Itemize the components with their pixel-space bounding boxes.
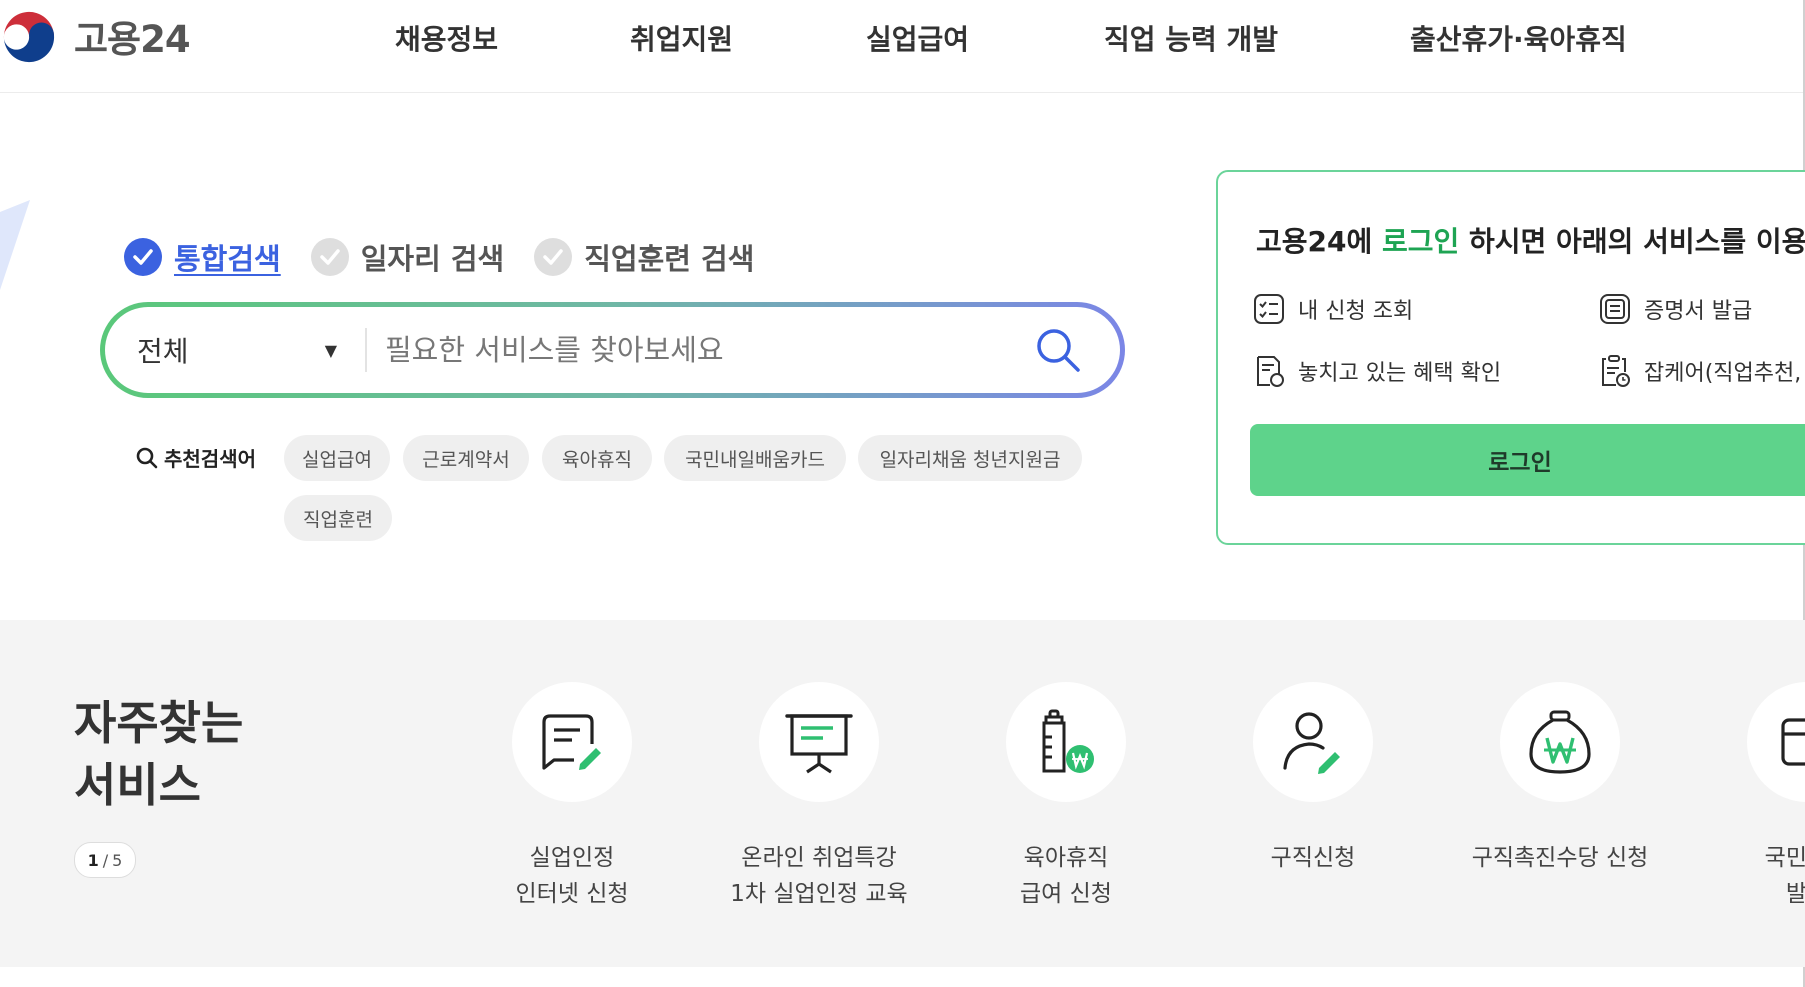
- login-message-pre: 고용24에: [1256, 225, 1382, 258]
- frequent-services-title: 자주찾는 서비스: [74, 692, 243, 816]
- caret-down-icon: ▼: [324, 340, 337, 360]
- login-button[interactable]: 로그인: [1250, 424, 1805, 496]
- carousel-pager: 1 / 5: [74, 842, 136, 878]
- service-certificate[interactable]: 증명서 발급: [1598, 292, 1752, 326]
- service-card-label: 구직촉진수당 신청: [1435, 840, 1685, 876]
- service-card-label: 육아휴직 급여 신청: [941, 840, 1191, 912]
- frequent-services-section: 자주찾는 서비스 1 / 5 실업인정 인터넷 신청 온라인 취업특강 1차 실…: [0, 620, 1805, 967]
- service-icon-circle: [1747, 682, 1805, 802]
- service-card-parental-leave-benefit[interactable]: 육아휴직 급여 신청: [941, 682, 1191, 912]
- title-line: 자주찾는: [74, 696, 244, 750]
- tab-integrated-search[interactable]: 통합검색: [124, 236, 281, 278]
- nav-item-unemployment-benefit[interactable]: 실업급여: [866, 18, 969, 58]
- service-icon-circle: [1253, 682, 1373, 802]
- pager-current: 1: [87, 850, 99, 870]
- login-message-post: 하시면 아래의 서비스를 이용할: [1459, 225, 1805, 258]
- keyword-chip[interactable]: 일자리채움 청년지원금: [858, 435, 1082, 481]
- presentation-board-icon: [785, 714, 853, 774]
- service-my-applications[interactable]: 내 신청 조회: [1252, 292, 1413, 326]
- recommended-label-text: 추천검색어: [164, 447, 256, 471]
- nav-item-jobs[interactable]: 채용정보: [395, 18, 498, 58]
- service-card-online-job-lecture[interactable]: 온라인 취업특강 1차 실업인정 교육: [694, 682, 944, 912]
- keyword-chip[interactable]: 실업급여: [284, 435, 390, 481]
- tab-label: 일자리 검색: [360, 242, 505, 276]
- search-button[interactable]: [1028, 320, 1088, 380]
- logo-text: 고용24: [74, 18, 191, 61]
- label-line: 육아휴직: [1023, 845, 1109, 871]
- nav-item-parental-leave[interactable]: 출산휴가·육아휴직: [1410, 18, 1627, 58]
- service-icon-circle: [759, 682, 879, 802]
- service-card-job-seeking-allowance[interactable]: 구직촉진수당 신청: [1435, 682, 1685, 876]
- search-box: 전체 ▼: [100, 302, 1125, 398]
- keyword-chip[interactable]: 육아휴직: [542, 435, 652, 481]
- certificate-icon: [1600, 294, 1630, 324]
- service-label: 잡케어(직업추천,: [1644, 361, 1802, 386]
- card-icon: [1781, 718, 1805, 766]
- label-line: 발급: [1785, 881, 1805, 907]
- service-missed-benefits[interactable]: 놓치고 있는 혜택 확인: [1252, 354, 1501, 388]
- service-icon-circle: [1006, 682, 1126, 802]
- service-icon-circle: [512, 682, 632, 802]
- title-line: 서비스: [74, 758, 201, 812]
- search-input[interactable]: [367, 332, 1028, 368]
- search-icon: [1037, 329, 1080, 372]
- service-label: 내 신청 조회: [1298, 299, 1414, 324]
- tab-training-search[interactable]: 직업훈련 검색: [534, 236, 754, 278]
- benefit-doc-icon: [1257, 356, 1284, 387]
- money-bag-icon: [1529, 710, 1591, 774]
- nav-item-job-skill-development[interactable]: 직업 능력 개발: [1104, 18, 1278, 58]
- label-line: 국민내일: [1764, 845, 1805, 871]
- label-line: 구직신청: [1270, 845, 1356, 871]
- pager-separator: /: [102, 850, 109, 870]
- service-label: 증명서 발급: [1644, 299, 1753, 324]
- person-edit-icon: [1283, 712, 1340, 774]
- search-box-inner: 전체 ▼: [105, 307, 1120, 393]
- service-icon-circle: [1500, 682, 1620, 802]
- label-line: 온라인 취업특강: [741, 845, 897, 871]
- check-circle-icon: [310, 238, 349, 276]
- label-line: 구직촉진수당 신청: [1471, 845, 1649, 871]
- search-category-value: 전체: [137, 335, 189, 368]
- recommended-keywords-label: 추천검색어: [136, 443, 256, 472]
- login-message: 고용24에 로그인 하시면 아래의 서비스를 이용할: [1256, 220, 1805, 260]
- keyword-chip[interactable]: 직업훈련: [284, 495, 392, 541]
- service-card-label: 국민내일 발급: [1682, 840, 1805, 912]
- site-logo[interactable]: 고용24: [0, 6, 191, 66]
- search-icon: [136, 447, 158, 468]
- site-header: 고용24 채용정보 취업지원 실업급여 직업 능력 개발 출산휴가·육아휴직: [0, 0, 1805, 93]
- service-jobcare[interactable]: 잡케어(직업추천,: [1598, 354, 1801, 388]
- taegeuk-logo-icon: [0, 7, 58, 65]
- baby-bottle-won-icon: [1042, 709, 1094, 773]
- service-label: 놓치고 있는 혜택 확인: [1298, 361, 1502, 386]
- keyword-chip[interactable]: 국민내일배움카드: [664, 435, 846, 481]
- nav-item-employment-support[interactable]: 취업지원: [630, 18, 733, 58]
- service-card-unemployment-certification[interactable]: 실업인정 인터넷 신청: [447, 682, 697, 912]
- label-line: 급여 신청: [1020, 881, 1112, 907]
- login-panel: 고용24에 로그인 하시면 아래의 서비스를 이용할 내 신청 조회 증명서 발…: [1216, 170, 1805, 545]
- pager-total: 5: [112, 850, 123, 870]
- service-card-national-tomorrow-learning-card[interactable]: 국민내일 발급: [1682, 682, 1805, 912]
- label-line: 인터넷 신청: [515, 881, 629, 907]
- decorative-shape-icon: [0, 200, 30, 290]
- label-line: 실업인정: [529, 845, 615, 871]
- search-category-select[interactable]: 전체 ▼: [105, 330, 355, 370]
- jobcare-doc-icon: [1602, 355, 1630, 387]
- tab-label: 통합검색: [174, 242, 281, 276]
- service-card-label: 온라인 취업특강 1차 실업인정 교육: [694, 840, 944, 912]
- login-message-highlight: 로그인: [1382, 225, 1460, 258]
- service-card-label: 실업인정 인터넷 신청: [447, 840, 697, 912]
- service-card-label: 구직신청: [1188, 840, 1438, 876]
- check-circle-icon: [124, 238, 162, 276]
- checklist-icon: [1254, 294, 1284, 324]
- document-edit-icon: [542, 714, 601, 770]
- check-circle-icon: [534, 238, 573, 276]
- label-line: 1차 실업인정 교육: [730, 881, 908, 907]
- tab-job-search[interactable]: 일자리 검색: [310, 236, 505, 278]
- service-card-job-seeking-registration[interactable]: 구직신청: [1188, 682, 1438, 876]
- keyword-chip[interactable]: 근로계약서: [403, 435, 529, 481]
- tab-label: 직업훈련 검색: [584, 242, 755, 276]
- search-type-tabs: 통합검색 일자리 검색 직업훈련 검색: [124, 236, 784, 278]
